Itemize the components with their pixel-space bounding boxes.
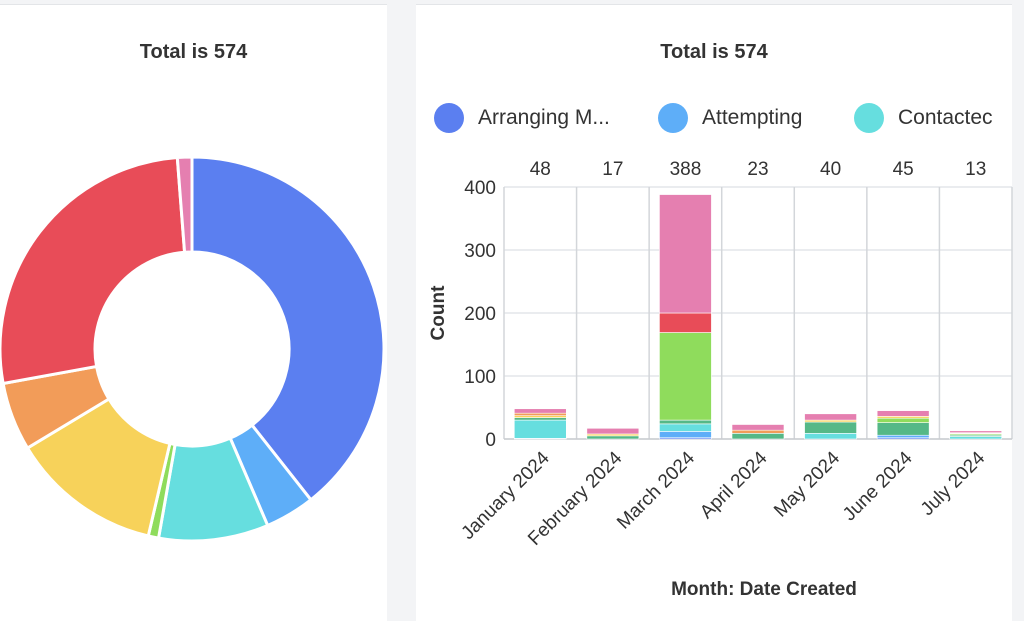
bar-segment-march-2024-s8[interactable]: [659, 312, 712, 333]
donut-chart-panel: Total is 574: [0, 4, 387, 621]
stacked-bar-chart: 010020030040048January 202417February 20…: [428, 159, 1013, 600]
x-tick-label: April 2024: [696, 447, 772, 523]
bar-total-label: 388: [670, 159, 702, 180]
bar-segment-july-2024-s3[interactable]: [949, 436, 1003, 440]
bar-total-label: 17: [602, 159, 623, 180]
bar-total-label: 13: [965, 159, 986, 180]
x-tick-label: May 2024: [770, 447, 844, 521]
x-tick-label: July 2024: [917, 447, 990, 520]
bar-segment-january-2024-s9[interactable]: [513, 408, 567, 414]
y-axis-title: Count: [428, 285, 449, 341]
bar-segment-april-2024-s4[interactable]: [731, 433, 785, 440]
y-tick-label: 0: [485, 430, 496, 451]
donut-chart: [0, 155, 386, 543]
bar-segment-february-2024-s4[interactable]: [586, 435, 640, 440]
y-tick-label: 300: [464, 241, 496, 262]
bar-segment-march-2024-s2[interactable]: [659, 431, 712, 439]
bar-segment-march-2024-s9[interactable]: [659, 194, 712, 314]
bar-total-label: 23: [747, 159, 768, 180]
bar-segment-january-2024-s7[interactable]: [513, 412, 567, 416]
bar-segment-january-2024-s3[interactable]: [513, 419, 567, 439]
bar-chart-panel: Total is 574 Arranging M... Attempting Con…: [416, 4, 1013, 621]
bar-segment-may-2024-s4[interactable]: [804, 421, 857, 434]
bar-total-label: 48: [530, 159, 551, 180]
bar-segment-april-2024-s9[interactable]: [731, 424, 785, 431]
bar-segment-july-2024-s9[interactable]: [949, 430, 1003, 433]
bar-total-label: 40: [820, 159, 841, 180]
x-tick-label: June 2024: [839, 447, 917, 525]
bar-segment-may-2024-s3[interactable]: [804, 433, 857, 440]
bar-segment-january-2024-s4[interactable]: [513, 417, 567, 421]
x-tick-label: March 2024: [613, 447, 699, 533]
bar-segment-february-2024-s9[interactable]: [586, 427, 640, 435]
y-tick-label: 200: [464, 304, 496, 325]
bar-segment-march-2024-s3[interactable]: [659, 423, 712, 432]
y-tick-label: 400: [464, 178, 496, 199]
y-tick-label: 100: [464, 367, 496, 388]
x-axis-title: Month: Date Created: [671, 579, 857, 600]
bar-segment-march-2024-s5[interactable]: [659, 332, 712, 421]
bar-segment-june-2024-s9[interactable]: [876, 410, 930, 417]
donut-slice-7[interactable]: [0, 155, 187, 386]
bar-segment-june-2024-s2[interactable]: [876, 434, 930, 439]
bar-total-label: 45: [893, 159, 914, 180]
bar-segment-april-2024-s7[interactable]: [731, 429, 785, 434]
bar-segment-may-2024-s9[interactable]: [804, 413, 857, 421]
bar-segment-june-2024-s4[interactable]: [876, 422, 930, 436]
bar-segment-march-2024-s4[interactable]: [659, 419, 712, 425]
bar-segment-june-2024-s5[interactable]: [876, 417, 930, 423]
